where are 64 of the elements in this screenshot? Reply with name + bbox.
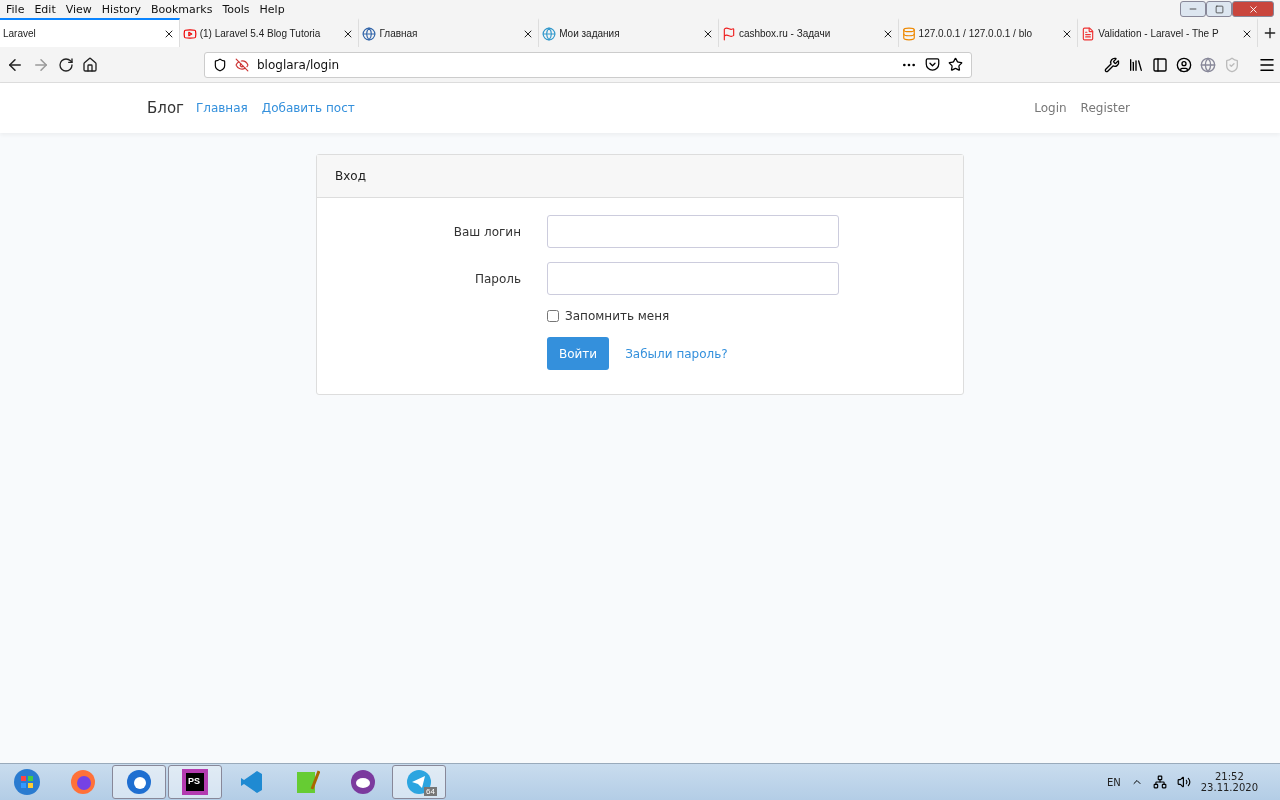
pocket-icon[interactable]: [925, 57, 940, 72]
browser-tab[interactable]: cashbox.ru - Задачи: [718, 18, 899, 47]
maximize-icon: [1214, 4, 1224, 14]
account-icon[interactable]: [1176, 56, 1192, 73]
windows-logo-icon: [13, 768, 41, 796]
document-icon: [1081, 26, 1096, 41]
minimize-button[interactable]: [1180, 1, 1206, 17]
bookmark-star-icon[interactable]: [948, 57, 963, 72]
field-label: Пароль: [473, 271, 522, 286]
address-field[interactable]: bloglara/login: [204, 51, 972, 78]
site-brand[interactable]: Блог: [147, 99, 184, 117]
taskbar-app[interactable]: [112, 765, 166, 799]
browser-tab[interactable]: Главная: [359, 18, 540, 47]
sidebar-icon[interactable]: [1152, 56, 1168, 73]
globe-icon: [362, 26, 377, 41]
wrench-icon[interactable]: [1104, 56, 1120, 73]
browser-icon: [126, 769, 152, 795]
close-button[interactable]: [1232, 1, 1274, 17]
nav-link[interactable]: Register: [1080, 101, 1130, 115]
nav-link[interactable]: Главная: [195, 101, 248, 115]
browser-tab[interactable]: Мои задания: [539, 18, 719, 47]
menu-item[interactable]: Bookmarks: [151, 2, 213, 16]
clock-time: 21:52: [1214, 771, 1244, 782]
shield-icon: [213, 57, 227, 72]
remember-checkbox[interactable]: [547, 310, 559, 322]
close-icon: [1247, 3, 1259, 15]
count-badge: 64: [424, 787, 437, 796]
browser-icon: [70, 769, 96, 795]
flag-icon: [721, 26, 736, 41]
field-label: Ваш логин: [452, 224, 522, 239]
taskbar-app[interactable]: PS: [168, 765, 222, 799]
nav-link[interactable]: Добавить пост: [261, 101, 355, 115]
home-icon: [82, 56, 98, 73]
ide-icon: PS: [182, 769, 208, 795]
network-icon[interactable]: [1152, 775, 1167, 789]
clock-date: 23.11.2020: [1200, 782, 1258, 793]
checkbox-label: Запомнить меня: [565, 309, 670, 323]
nav-link[interactable]: Login: [1034, 101, 1067, 115]
database-icon: [901, 26, 916, 41]
reload-icon: [58, 56, 74, 73]
menu-item[interactable]: Edit: [34, 2, 56, 16]
browser-tab[interactable]: Validation - Laravel - The P: [1078, 18, 1259, 47]
language-indicator[interactable]: EN: [1106, 776, 1121, 788]
card-header: Вход: [317, 155, 963, 198]
forgot-password-link[interactable]: Забыли пароль?: [625, 346, 728, 361]
speaker-icon[interactable]: [1176, 775, 1191, 789]
taskbar-app[interactable]: 64: [392, 765, 446, 799]
menu-item[interactable]: Help: [259, 2, 285, 16]
browser-tab[interactable]: Laravel: [0, 18, 180, 47]
menu-item[interactable]: Tools: [222, 2, 250, 16]
extension-icon[interactable]: [1200, 56, 1216, 73]
menu-item[interactable]: History: [101, 2, 141, 16]
password-field[interactable]: [547, 262, 839, 295]
menu-item[interactable]: View: [65, 2, 92, 16]
code-editor-icon: [238, 769, 264, 795]
browser-tab[interactable]: 127.0.0.1 / 127.0.0.1 / blo: [898, 18, 1079, 47]
library-icon[interactable]: [1128, 56, 1144, 73]
menu-item[interactable]: File: [6, 2, 25, 16]
notepad-icon: [294, 769, 320, 795]
globe-icon: [542, 26, 557, 41]
maximize-button[interactable]: [1206, 1, 1232, 17]
login-field[interactable]: [547, 215, 839, 248]
video-icon: [182, 26, 197, 41]
browser-tab[interactable]: (1) Laravel 5.4 Blog Tutoria: [179, 18, 360, 47]
